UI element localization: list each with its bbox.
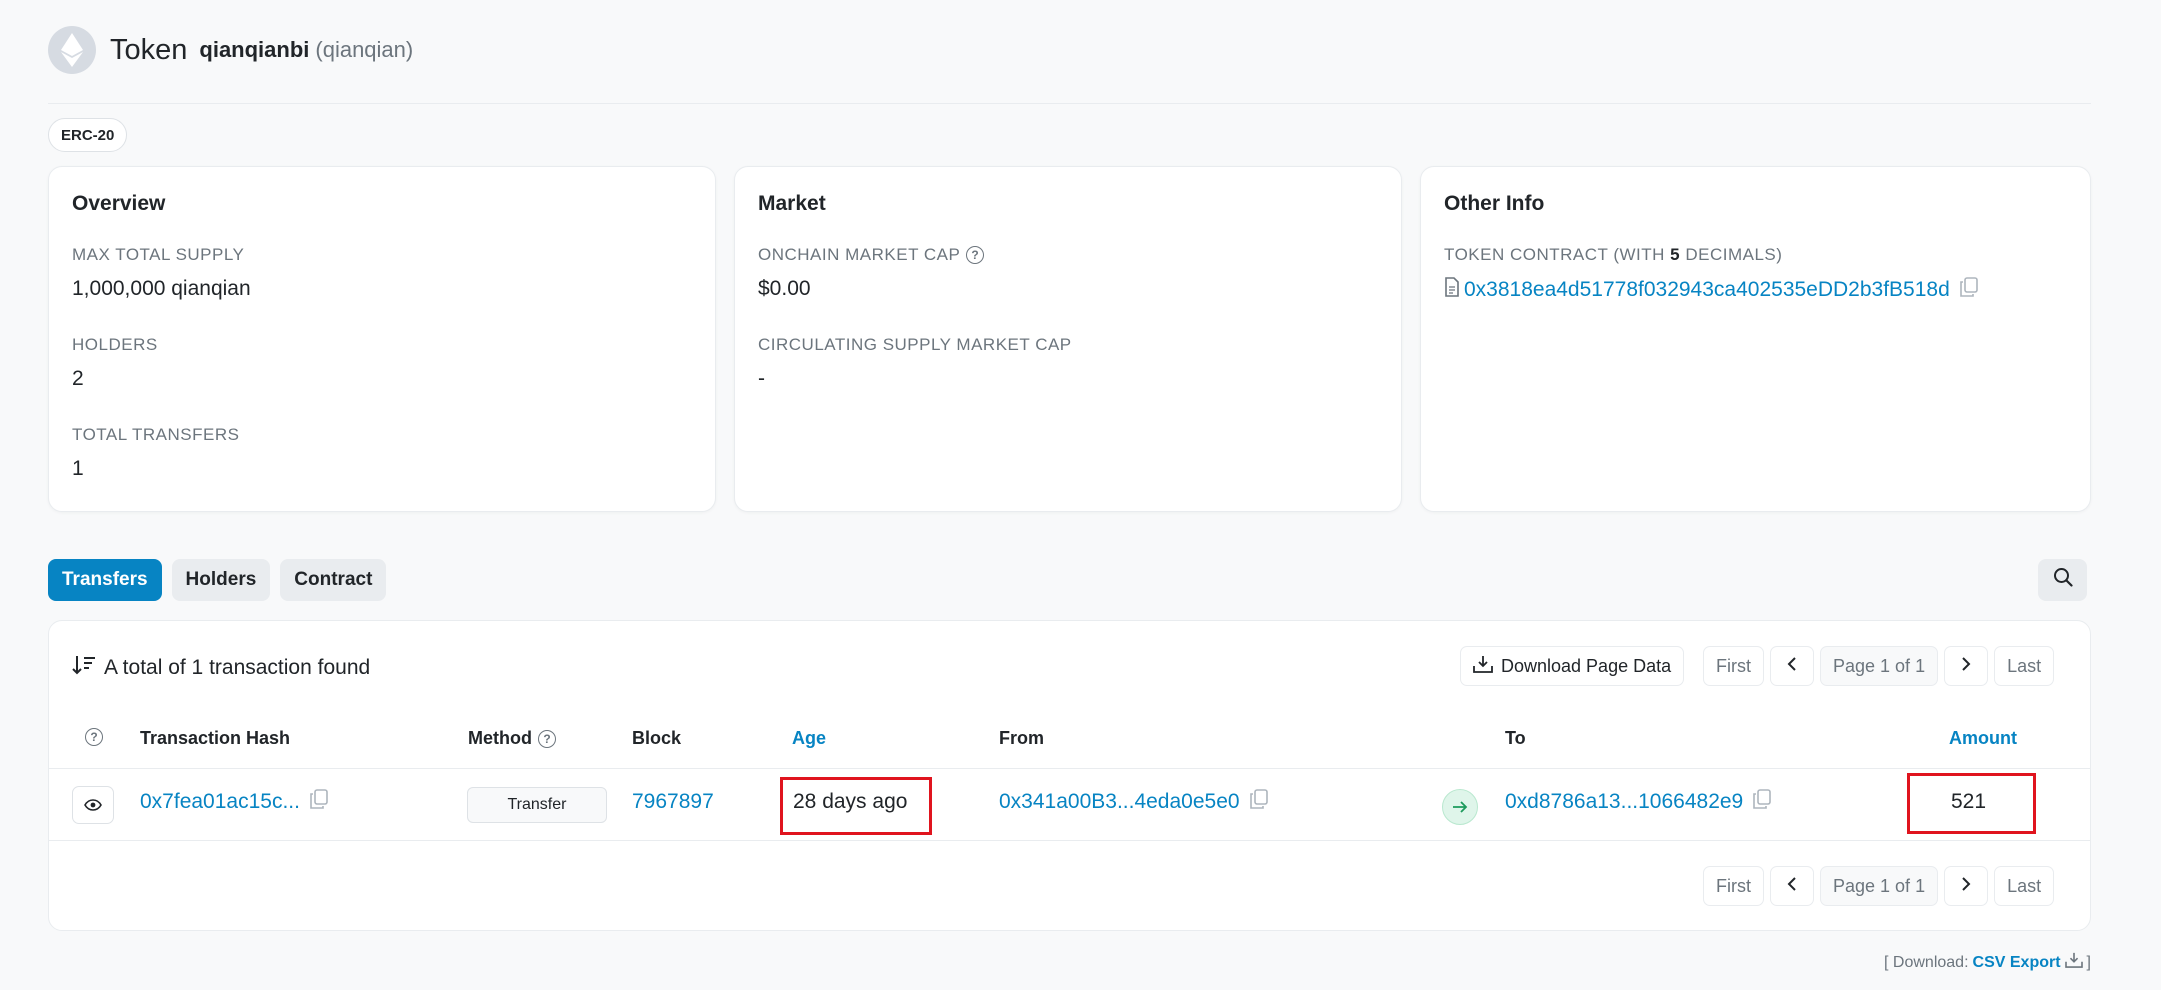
sort-icon[interactable]	[72, 654, 96, 682]
total-transfers-label: TOTAL TRANSFERS	[72, 425, 240, 444]
token-tabs: Transfers Holders Contract	[48, 559, 387, 601]
last-page-button[interactable]: Last	[1994, 646, 2055, 686]
first-page-button[interactable]: First	[1703, 646, 1764, 686]
col-from: From	[999, 728, 1044, 748]
total-transfers-value: 1	[72, 457, 84, 480]
question-icon[interactable]: ?	[85, 728, 103, 746]
divider	[48, 103, 2091, 104]
view-details-button[interactable]	[72, 786, 114, 824]
method-badge: Transfer	[467, 787, 607, 823]
next-page-button[interactable]	[1944, 866, 1989, 906]
block-cell: 7967897	[632, 785, 714, 819]
token-name: qianqianbi	[199, 37, 310, 62]
prev-page-button[interactable]	[1770, 866, 1814, 906]
col-amount[interactable]: Amount	[1949, 728, 2017, 749]
market-title: Market	[758, 192, 826, 215]
transfers-table-card: A total of 1 transaction found Download …	[48, 620, 2091, 931]
market-card: Market ONCHAIN MARKET CAP ? $0.00 CIRCUL…	[734, 166, 1402, 512]
other-info-title: Other Info	[1444, 192, 1545, 215]
col-age[interactable]: Age	[792, 728, 826, 749]
csv-export-footer: [ Download: CSV Export ]	[1884, 952, 2091, 973]
question-icon[interactable]: ?	[966, 246, 985, 264]
max-supply-label: MAX TOTAL SUPPLY	[72, 245, 245, 264]
block-link[interactable]: 7967897	[632, 790, 714, 814]
search-button[interactable]	[2038, 559, 2087, 601]
col-to: To	[1505, 728, 1526, 748]
divider	[49, 840, 2090, 841]
token-contract-label-suffix: DECIMALS)	[1680, 245, 1783, 264]
col-block: Block	[632, 728, 682, 748]
amount-highlight-box	[1907, 773, 2036, 834]
token-standard-badge[interactable]: ERC-20	[48, 118, 128, 152]
tab-contract[interactable]: Contract	[280, 559, 387, 601]
overview-title: Overview	[72, 192, 166, 215]
col-method: Method ?	[468, 728, 556, 749]
token-contract-label: TOKEN CONTRACT (WITH 5 DECIMALS)	[1444, 245, 1782, 265]
tab-holders[interactable]: Holders	[171, 559, 271, 601]
download-page-data-label: Download Page Data	[1501, 655, 1672, 676]
file-icon	[1444, 277, 1460, 303]
last-page-button[interactable]: Last	[1994, 866, 2055, 906]
tx-hash-cell: 0x7fea01ac15c...	[140, 785, 328, 819]
token-contract-row: 0x3818ea4d51778f032943ca402535eDD2b3fB51…	[1444, 277, 1978, 303]
tx-hash-link[interactable]: 0x7fea01ac15c...	[140, 790, 300, 814]
to-cell: 0xd8786a13...1066482e9	[1505, 785, 1772, 819]
overview-card: Overview MAX TOTAL SUPPLY 1,000,000 qian…	[48, 166, 716, 512]
divider	[49, 768, 2090, 769]
token-header: Token qianqianbi (qianqian)	[48, 26, 413, 74]
col-method-label: Method	[468, 728, 532, 748]
page-indicator: Page 1 of 1	[1820, 866, 1939, 906]
token-symbol: (qianqian)	[315, 37, 414, 62]
copy-icon[interactable]	[1959, 277, 1978, 303]
page-title: Token	[110, 33, 188, 66]
token-contract-link[interactable]: 0x3818ea4d51778f032943ca402535eDD2b3fB51…	[1464, 278, 1950, 302]
csv-export-link[interactable]: CSV Export	[1973, 954, 2061, 972]
chevron-left-icon	[1787, 876, 1797, 897]
age-highlight-box	[780, 777, 932, 835]
copy-icon[interactable]	[1249, 789, 1268, 815]
question-icon[interactable]: ?	[537, 729, 556, 748]
onchain-market-cap-label: ONCHAIN MARKET CAP ?	[758, 245, 985, 265]
chevron-right-icon	[1961, 876, 1971, 897]
pagination-top: First Page 1 of 1 Last	[1703, 646, 2055, 686]
transactions-summary: A total of 1 transaction found	[72, 654, 370, 682]
eye-icon	[84, 794, 102, 817]
chevron-right-icon	[1961, 656, 1971, 677]
to-address-link[interactable]: 0xd8786a13...1066482e9	[1505, 790, 1743, 814]
page-indicator: Page 1 of 1	[1820, 646, 1939, 686]
ethereum-icon	[48, 26, 96, 74]
token-decimals: 5	[1670, 245, 1681, 264]
search-icon	[2053, 567, 2073, 593]
from-cell: 0x341a00B3...4eda0e5e0	[999, 785, 1268, 819]
copy-icon[interactable]	[310, 789, 328, 815]
copy-icon[interactable]	[1753, 789, 1772, 815]
download-page-data-button[interactable]: Download Page Data	[1460, 646, 1685, 686]
prev-page-button[interactable]	[1770, 646, 1814, 686]
transactions-summary-text: A total of 1 transaction found	[104, 656, 371, 679]
col-transaction-hash: Transaction Hash	[140, 728, 291, 748]
holders-label: HOLDERS	[72, 335, 158, 354]
download-icon[interactable]	[2064, 952, 2083, 973]
csv-export-suffix: ]	[2086, 953, 2091, 971]
pagination-bottom: First Page 1 of 1 Last	[1703, 866, 2055, 906]
max-supply-value: 1,000,000 qianqian	[72, 277, 251, 300]
circulating-market-cap-value: -	[758, 367, 765, 390]
circulating-market-cap-label: CIRCULATING SUPPLY MARKET CAP	[758, 335, 1072, 354]
onchain-market-cap-value: $0.00	[758, 277, 811, 300]
other-info-card: Other Info TOKEN CONTRACT (WITH 5 DECIMA…	[1420, 166, 2091, 512]
token-contract-label-prefix: TOKEN CONTRACT (WITH	[1444, 245, 1671, 264]
download-icon	[1473, 655, 1493, 678]
first-page-button[interactable]: First	[1703, 866, 1764, 906]
onchain-market-cap-text: ONCHAIN MARKET CAP	[758, 245, 961, 264]
chevron-left-icon	[1787, 656, 1797, 677]
arrow-right-icon	[1442, 789, 1478, 825]
from-address-link[interactable]: 0x341a00B3...4eda0e5e0	[999, 790, 1240, 814]
csv-export-prefix: [ Download:	[1884, 953, 1969, 971]
next-page-button[interactable]	[1944, 646, 1989, 686]
tab-transfers[interactable]: Transfers	[48, 559, 162, 601]
holders-value[interactable]: 2	[72, 367, 84, 391]
